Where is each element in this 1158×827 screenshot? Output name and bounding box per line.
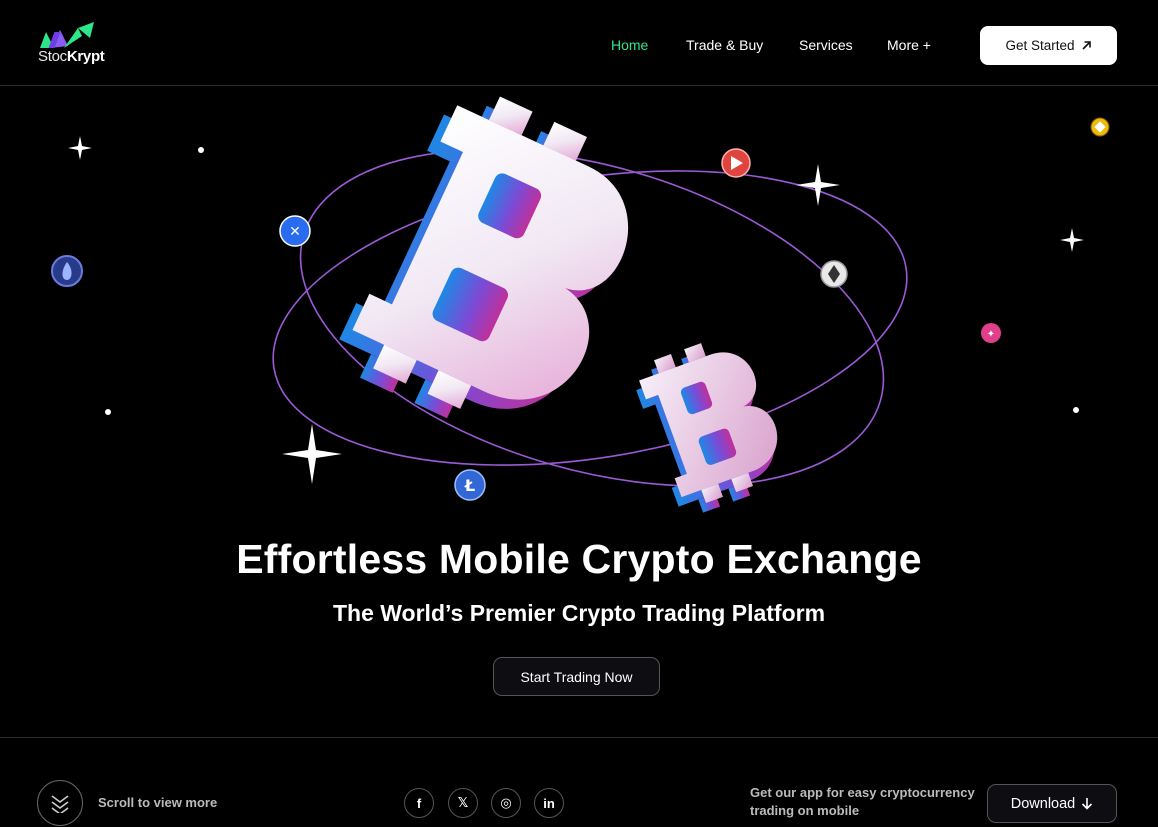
svg-text:Ł: Ł	[464, 476, 475, 495]
logo-text: StocKrypt	[38, 48, 105, 65]
nav-services[interactable]: Services	[799, 37, 853, 53]
instagram-icon[interactable]: ◎	[491, 788, 521, 818]
get-started-button[interactable]: Get Started	[980, 26, 1117, 65]
download-button[interactable]: Download	[987, 784, 1117, 823]
scroll-down-button[interactable]	[37, 780, 83, 826]
hero-title: Effortless Mobile Crypto Exchange	[236, 536, 922, 582]
arrow-up-right-icon	[1081, 41, 1091, 50]
bnb-coin-icon	[1090, 117, 1110, 137]
scroll-label: Scroll to view more	[98, 795, 218, 810]
nav-trade-buy[interactable]: Trade & Buy	[686, 37, 763, 53]
bitcoin-small-icon	[636, 343, 778, 513]
hero-subtitle: The World’s Premier Crypto Trading Platf…	[332, 600, 826, 626]
svg-text:✕: ✕	[289, 224, 301, 240]
hero-illustration: ✕ Ł ✦	[51, 96, 1110, 513]
site-header: StocKrypt Home Trade & Buy Services More…	[0, 0, 1158, 86]
logo-bars-icon	[40, 22, 94, 48]
litecoin-coin-icon: Ł	[454, 469, 486, 501]
facebook-icon[interactable]: f	[404, 788, 434, 818]
arrow-down-icon	[1082, 798, 1093, 810]
linkedin-icon[interactable]: in	[534, 788, 564, 818]
tron-coin-icon	[721, 148, 751, 178]
ethereum-coin-icon	[820, 260, 848, 288]
svg-text:✦: ✦	[987, 329, 995, 340]
pink-coin-icon: ✦	[981, 323, 1001, 343]
download-label: Download	[1010, 795, 1076, 812]
start-trading-button[interactable]: Start Trading Now	[493, 657, 660, 696]
nav-home[interactable]: Home	[611, 37, 648, 53]
huobi-coin-icon	[51, 255, 83, 287]
hero-footer-bar: Scroll to view more f 𝕏 ◎ in Get our app…	[0, 737, 1158, 827]
logo[interactable]: StocKrypt	[38, 22, 108, 68]
app-promo-text: Get our app for easy cryptocurrency trad…	[750, 785, 975, 818]
bitcoin-large-icon	[339, 96, 629, 419]
nav-more[interactable]: More +	[887, 37, 931, 53]
chevrons-down-icon	[51, 795, 69, 813]
x-icon[interactable]: 𝕏	[448, 788, 478, 818]
get-started-label: Get Started	[1005, 38, 1075, 53]
ripple-coin-icon: ✕	[279, 215, 311, 247]
